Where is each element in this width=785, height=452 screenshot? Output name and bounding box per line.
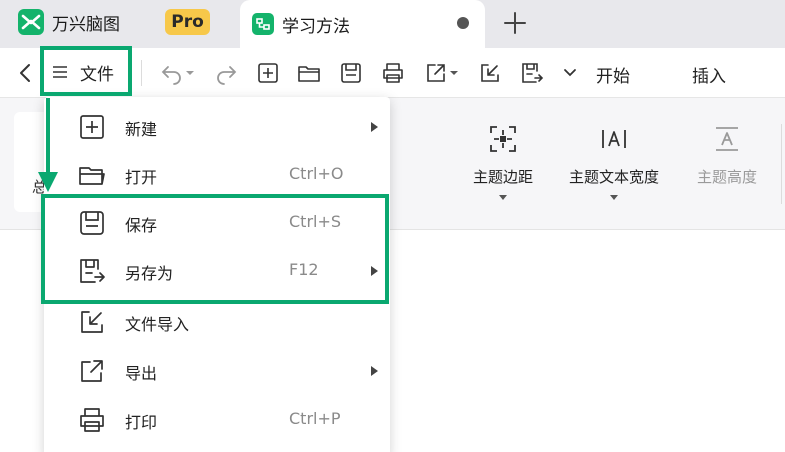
- submenu-arrow-icon: [371, 122, 378, 132]
- topic-text-width-label: 主题文本宽度: [569, 168, 660, 186]
- new-tab-icon[interactable]: [500, 8, 530, 38]
- print-icon: [80, 408, 104, 432]
- back-icon[interactable]: [14, 61, 38, 85]
- print-icon[interactable]: [381, 61, 405, 85]
- more-chevron-down-icon[interactable]: [558, 61, 582, 85]
- topic-text-width-tool[interactable]: 主题文本宽度: [569, 124, 659, 200]
- menu-item-import[interactable]: 文件导入: [44, 297, 390, 345]
- menu-item-new[interactable]: 新建: [44, 102, 390, 150]
- submenu-arrow-icon: [371, 366, 378, 376]
- pro-badge[interactable]: Pro: [165, 9, 210, 35]
- export-icon[interactable]: [424, 61, 448, 85]
- mindmap-doc-icon: [252, 13, 274, 35]
- app-tab[interactable]: 万兴脑图: [18, 8, 120, 36]
- undo-dropdown-icon[interactable]: [184, 61, 196, 85]
- unsaved-dot-icon[interactable]: [457, 17, 469, 29]
- menu-item-label: 文件导入: [125, 315, 190, 334]
- menu-item-open[interactable]: 打开 Ctrl+O: [44, 150, 390, 198]
- topic-margin-dropdown-icon[interactable]: [499, 195, 507, 200]
- topic-margin-tool[interactable]: 主题边距: [473, 124, 533, 200]
- topic-height-tool: 主题高度: [697, 124, 757, 187]
- import-icon[interactable]: [478, 61, 502, 85]
- menu-item-label: 新建: [125, 120, 158, 139]
- tab-bar: 万兴脑图 Pro 学习方法: [0, 0, 785, 48]
- export-icon: [81, 360, 103, 382]
- app-logo-icon: [18, 9, 44, 35]
- menu-item-print[interactable]: 打印 Ctrl+P: [44, 395, 390, 443]
- topic-text-width-icon: [602, 130, 626, 148]
- app-name: 万兴脑图: [52, 14, 120, 35]
- shortcut-label: Ctrl+O: [289, 164, 344, 183]
- open-folder-icon[interactable]: [297, 61, 321, 85]
- folder-icon: [79, 167, 105, 185]
- redo-icon[interactable]: [214, 61, 238, 85]
- topic-height-icon: [716, 127, 738, 151]
- topic-margin-icon: [490, 126, 516, 152]
- save-as-icon[interactable]: [520, 61, 544, 85]
- topic-text-width-dropdown-icon[interactable]: [610, 195, 618, 200]
- new-file-icon[interactable]: [256, 61, 280, 85]
- shortcut-label: Ctrl+P: [289, 409, 341, 428]
- save-icon[interactable]: [339, 61, 363, 85]
- tab-start[interactable]: 开始: [596, 62, 630, 87]
- guide-arrow-icon: [38, 98, 58, 192]
- export-dropdown-icon[interactable]: [448, 61, 460, 85]
- file-menu-highlight: [40, 46, 132, 96]
- menu-item-label: 打印: [125, 413, 158, 432]
- import-icon: [81, 311, 103, 333]
- tab-insert[interactable]: 插入: [692, 62, 726, 87]
- menu-item-label: 导出: [125, 364, 158, 383]
- topic-margin-label: 主题边距: [473, 168, 534, 186]
- menu-item-export[interactable]: 导出: [44, 346, 390, 394]
- topic-height-label: 主题高度: [697, 168, 758, 186]
- ribbon-divider: [781, 124, 782, 204]
- toolbar-divider: [141, 60, 142, 86]
- undo-icon[interactable]: [160, 61, 184, 85]
- document-title: 学习方法: [282, 16, 350, 37]
- new-icon: [80, 115, 104, 139]
- tab-document[interactable]: 学习方法: [240, 0, 485, 48]
- save-options-highlight: [41, 194, 389, 304]
- menu-item-label: 打开: [125, 168, 158, 187]
